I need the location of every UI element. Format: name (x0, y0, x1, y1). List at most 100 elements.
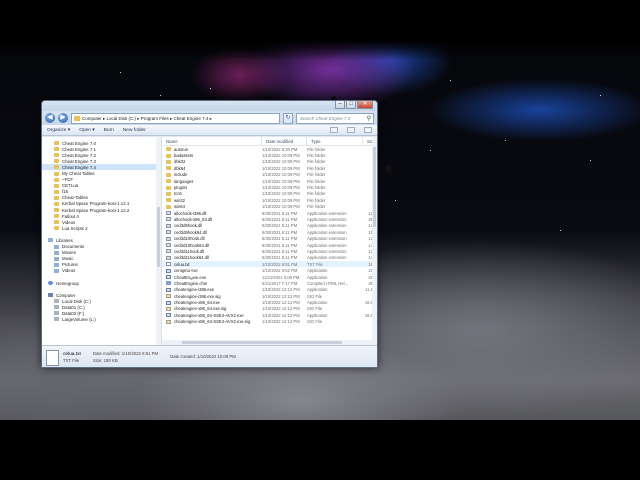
navigation-pane[interactable]: Cheat Engine 7.0 Cheat Engine 7.1 Cheat En… (42, 137, 162, 345)
column-type[interactable]: Type (307, 137, 363, 146)
details-created-value: 1/10/2022 10:09 PM (197, 354, 236, 360)
file-row[interactable]: CheatEngine.chm 5/21/2017 7:17 PM Compiled… (162, 280, 377, 286)
dll-file-icon (166, 223, 171, 228)
file-row[interactable]: ced3d9hook64.dll 6/30/2021 6:11 PM Applica… (162, 229, 377, 235)
file-row[interactable]: dbk64 1/10/2022 10:09 PM File folder (162, 165, 377, 171)
file-name: ced3d9hook64.dll (174, 229, 207, 235)
file-row[interactable]: ced3d11hook.dll 6/30/2021 6:11 PM Applicat… (162, 248, 377, 254)
file-name-cell: badassets (162, 153, 262, 158)
vertical-scrollbar[interactable] (372, 137, 377, 345)
explorer-window[interactable]: ‒ □ ✕ ◀ ▶ Computer ▸ Local Disk (C:) ▸ P… (41, 100, 378, 368)
file-row[interactable]: win64 1/10/2022 10:09 PM File folder (162, 204, 377, 210)
nav-item-label: Videos (62, 268, 76, 274)
folder-file-icon (166, 172, 171, 177)
file-row[interactable]: ced3d11hook64.dll 6/30/2021 6:11 PM Applic… (162, 255, 377, 261)
search-input[interactable]: Search Cheat Engine 7.4 ⚲ (296, 112, 374, 124)
file-type: File folder (307, 197, 326, 203)
column-name[interactable]: Name (162, 137, 262, 146)
file-row[interactable]: autorun 1/10/2022 8:30 PM File folder (162, 146, 377, 152)
title-bar[interactable]: ‒ □ ✕ (42, 101, 377, 111)
folder-file-icon (166, 159, 171, 164)
file-date: 1/10/2022 10:09 PM (262, 204, 300, 210)
file-type: File folder (307, 191, 326, 197)
txt-file-icon (166, 262, 171, 267)
nav-item-label: Cheat Engine 7.0 (62, 140, 96, 146)
file-date: 1/10/2022 10:09 PM (262, 165, 300, 171)
file-row[interactable]: cheatengine-i386.exe.sig 1/10/2022 12:12 … (162, 293, 377, 299)
file-date: 1/10/2022 12:12 PM (262, 319, 300, 325)
file-type: Application (307, 274, 328, 280)
file-date: 1/10/2022 10:09 PM (262, 159, 300, 165)
file-row[interactable]: ced3d10hook.dll 6/30/2021 6:11 PM Applicat… (162, 235, 377, 241)
file-name-cell: cheatengine-x86_64.exe.sig (162, 306, 262, 311)
scrollbar-thumb[interactable] (157, 207, 160, 267)
file-row[interactable]: dbk32 1/10/2022 10:09 PM File folder (162, 159, 377, 165)
file-row[interactable]: cheatengine-x86_64.exe.sig 1/10/2022 12:1… (162, 306, 377, 312)
file-row[interactable]: cheatengine-x86_64.exe 1/10/2022 12:12 PM… (162, 299, 377, 305)
letterbox-bottom (0, 420, 640, 480)
exe-file-icon (166, 268, 171, 273)
maximize-button[interactable]: □ (346, 101, 356, 109)
file-row[interactable]: celua.txt 1/10/2022 6:51 PM TXT File 19 (162, 261, 377, 268)
open-button[interactable]: Open ▾ (79, 128, 94, 133)
folder-file-icon (166, 153, 171, 158)
dll-file-icon (166, 230, 171, 235)
exe-file-icon (166, 275, 171, 279)
file-row[interactable]: ced3d10hook64.dll 6/30/2021 6:11 PM Applic… (162, 242, 377, 248)
nav-item-drive[interactable]: LargeVolume (L:) (42, 316, 161, 322)
file-row[interactable]: languages 1/10/2022 10:09 PM File folder (162, 178, 377, 184)
view-options-icon[interactable] (330, 127, 338, 133)
new-folder-button[interactable]: New folder (123, 128, 146, 133)
scrollbar-thumb[interactable] (373, 147, 376, 227)
file-date: 11/21/2021 3:06 PM (262, 274, 300, 280)
folder-icon (54, 171, 59, 176)
file-date: 1/10/2022 9:52 PM (262, 268, 298, 274)
file-name-cell: ced3d9hook64.dll (162, 230, 262, 235)
exe-file-icon (166, 300, 171, 305)
drive-icon (54, 317, 59, 322)
file-name: ced3d11hook.dll (174, 248, 205, 254)
scrollbar-thumb[interactable] (182, 341, 342, 344)
file-row[interactable]: include 1/10/2022 10:09 PM File folder (162, 172, 377, 178)
nav-scrollbar[interactable] (156, 137, 161, 345)
details-filetype: TXT File (63, 358, 80, 363)
back-arrow-icon[interactable]: ◀ (45, 113, 55, 123)
address-bar[interactable]: Computer ▸ Local Disk (C:) ▸ Program Fil… (71, 112, 280, 124)
file-name: ced3d10hook64.dll (174, 242, 210, 248)
search-icon[interactable]: ⚲ (367, 114, 371, 124)
file-row[interactable]: plugins 1/10/2022 10:09 PM File folder (162, 184, 377, 190)
burn-button[interactable]: Burn (104, 128, 114, 133)
forward-arrow-icon[interactable]: ▶ (58, 113, 68, 123)
file-date: 1/10/2022 10:09 PM (262, 178, 300, 184)
preview-pane-icon[interactable] (347, 127, 355, 133)
folder-icon (54, 147, 59, 152)
help-icon[interactable] (364, 127, 372, 133)
nav-item-label: Cheat Engine 7.4 (62, 164, 96, 170)
file-row[interactable]: win32 1/10/2022 10:09 PM File folder (162, 197, 377, 203)
file-name: win64 (174, 204, 185, 210)
file-row[interactable]: allochook-x86_64.dll 6/30/2021 6:11 PM App… (162, 216, 377, 222)
details-created-label: Date created: (170, 354, 196, 360)
file-row[interactable]: ced3d9hook.dll 6/30/2021 6:11 PM Applicati… (162, 223, 377, 229)
folder-icon (54, 201, 59, 206)
organize-button[interactable]: Organize ▾ (47, 128, 70, 133)
file-row[interactable]: allochook-i386.dll 6/30/2021 6:11 PM Appli… (162, 210, 377, 216)
drive-icon (54, 311, 59, 316)
file-row[interactable]: badassets 1/10/2022 10:09 PM File folder (162, 152, 377, 158)
minimize-button[interactable]: ‒ (335, 101, 345, 109)
nav-item-label: Kerbal Space Program-kosi-1.12.1 (62, 201, 130, 207)
column-date-modified[interactable]: Date modified (262, 137, 307, 146)
file-row[interactable]: cheatengine-i386.exe 1/10/2022 12:12 PM Ap… (162, 287, 377, 293)
folder-icon (54, 153, 59, 158)
file-row[interactable]: cheatengine-x86_64-SSE4-AVX2.exe 1/10/202… (162, 312, 377, 318)
dll-file-icon (166, 211, 171, 216)
file-row[interactable]: cheatengine-x86_64-SSE4-AVX2.exe.sig 1/10… (162, 319, 377, 325)
refresh-icon[interactable]: ↻ (283, 112, 293, 124)
nav-item-label: f16 (62, 189, 69, 195)
file-row[interactable]: tcc6 1/10/2022 10:09 PM File folder (162, 191, 377, 197)
details-filename: celua.txt (63, 351, 81, 357)
folder-file-icon (166, 185, 171, 190)
file-type: Application extension (307, 229, 347, 235)
close-button[interactable]: ✕ (357, 101, 373, 109)
folder-file-icon (166, 147, 171, 152)
